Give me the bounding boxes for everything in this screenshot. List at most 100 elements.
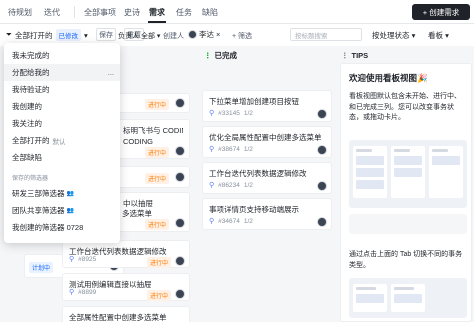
avatar — [317, 181, 327, 191]
status-badge: 进行中 — [145, 173, 170, 184]
status-badge: 计划中 — [29, 262, 54, 273]
creator-filter[interactable]: 李达 × — [188, 29, 220, 40]
owner-value: 全部 — [140, 33, 155, 40]
column-title: 已完成 — [214, 50, 238, 60]
avatar — [317, 145, 327, 155]
card-subtitle: CODING — [123, 137, 153, 146]
card[interactable]: 测试用例编辑直接以抽屉 ⚲ #8899 进行中 — [62, 273, 190, 301]
save-filter-button[interactable]: 保存 — [96, 28, 116, 41]
menu-item-label: 分配给我的 — [12, 68, 50, 77]
mock-card — [356, 180, 384, 189]
tips-paragraph: 看板视图默认包含未开始、进行中、和已完成三列。您可以改变事务状态，或拖动卡片。 — [349, 93, 461, 121]
view-selector[interactable]: 看板 ▾ — [428, 30, 449, 41]
sort-selector[interactable]: 按处理状态 ▾ — [372, 30, 415, 41]
chevron-down-icon: ▾ — [84, 30, 88, 40]
nav-divider — [74, 6, 75, 18]
tab-bug[interactable]: 缺陷 — [202, 7, 218, 18]
menu-item-all-bugs[interactable]: 全部缺陷 — [4, 149, 120, 166]
tips-panel: 欢迎使用看板视图🎉 看板视图默认包含未开始、进行中、和已完成三列。您可以改变事务… — [340, 63, 472, 322]
add-filter-button[interactable]: + 筛选 — [232, 31, 252, 41]
menu-item-created-by-me[interactable]: 我创建的 — [4, 98, 120, 115]
tips-heading: 欢迎使用看板视图🎉 — [349, 73, 428, 83]
avatar — [317, 217, 327, 227]
illustration-spacer — [349, 214, 467, 234]
column-tips: ⋮ TIPS 欢迎使用看板视图🎉 看板视图默认包含未开始、进行中、和已完成三列。… — [337, 46, 472, 322]
filter-dropdown-menu: 我未完成的 分配给我的 ... 我待验证的 我创建的 我关注的 全部打开的 默认… — [4, 43, 120, 243]
tips-paragraph: 通过点击上面的 Tab 切换不同的事务类型。 — [349, 251, 463, 269]
menu-item-all-open[interactable]: 全部打开的 默认 — [4, 132, 120, 149]
card[interactable]: 优化全局属性配置中创建多选菜单 ⚲ #38674 1/2 — [202, 126, 332, 158]
card-title: 下拉菜单增加创建项目按钮 — [209, 97, 299, 106]
card-id: #8899 — [78, 288, 97, 296]
close-icon[interactable]: × — [216, 30, 220, 39]
card-id: #38674 — [218, 145, 240, 153]
modified-badge: 已修改 — [55, 29, 81, 41]
menu-item-label: 团队共享筛选器 — [12, 206, 65, 215]
filter-label: 全部打开的 — [15, 30, 53, 40]
avatar — [175, 289, 185, 299]
menu-item-saved-filter[interactable]: 团队共享筛选器 👥 — [4, 202, 120, 219]
creator-label: 创建人 — [163, 33, 184, 40]
card-id: #8925 — [78, 255, 97, 263]
tab-iteration[interactable]: 迭代 — [44, 7, 60, 18]
tab-illustration — [349, 278, 467, 318]
mock-column — [429, 146, 463, 198]
tab-backlog[interactable]: 待规划 — [8, 7, 32, 18]
menu-item-saved-filter[interactable]: 我创建的筛选器 0728 — [4, 219, 120, 236]
menu-item-saved-filter[interactable]: 研发三部筛选器 👥 — [4, 185, 120, 202]
card-title: 优化全局属性配置中创建多选菜单 — [209, 133, 322, 142]
filter-selector[interactable]: ⏷ 全部打开的 已修改 ▾ — [6, 27, 88, 43]
card-id: #86234 — [218, 181, 240, 189]
card[interactable]: 事项详情页支持移动端展示 ⚲ #34674 1/2 — [202, 198, 332, 230]
card[interactable]: 下拉菜单增加创建项目按钮 ⚲ #33145 1/2 — [202, 90, 332, 122]
card[interactable]: 全部属性配置中创建多选菜单 — [62, 306, 190, 322]
team-icon: 👥 — [66, 191, 74, 197]
toolbar: ⏷ 全部打开的 已修改 ▾ 保存 重置 负责人 全部 ▾ 创建人 李达 × + … — [0, 25, 474, 45]
search-input[interactable]: 按标题搜索 — [290, 28, 362, 41]
card-title: 事项详情页支持移动端展示 — [209, 205, 299, 214]
status-badge: 进行中 — [145, 147, 170, 158]
mock-column-label — [394, 287, 414, 290]
drag-handle-icon: ⋮ — [204, 50, 212, 60]
card[interactable]: 工作台迭代列表数据逻辑修改 ⚲ #8925 进行中 — [62, 240, 190, 268]
tab-all-items[interactable]: 全部事项 — [84, 7, 116, 18]
card-meta: ⚲ #38674 1/2 — [209, 145, 253, 154]
card-meta: ⚲ #33145 1/2 — [209, 109, 253, 118]
avatar — [188, 30, 197, 39]
card-id: #33145 — [218, 109, 240, 117]
status-badge: 进行中 — [147, 290, 172, 301]
avatar — [175, 256, 185, 266]
saved-filters-section-label: 保存的筛选器 — [12, 176, 49, 182]
pin-icon: ⚲ — [209, 218, 215, 225]
view-label: 看板 — [428, 31, 443, 40]
menu-item-assigned-to-me[interactable]: 分配给我的 ... — [4, 64, 120, 81]
mock-column — [391, 284, 425, 312]
mock-card — [394, 168, 422, 177]
menu-item-following[interactable]: 我关注的 — [4, 115, 120, 132]
subtask-count: 1/2 — [243, 145, 253, 153]
avatar — [175, 146, 185, 156]
subtask-count: 1/2 — [243, 217, 253, 225]
mock-column-label — [356, 149, 372, 152]
tab-task[interactable]: 任务 — [176, 7, 192, 18]
card[interactable]: 工作台迭代列表数据逻辑修改 ⚲ #86234 1/2 — [202, 162, 332, 194]
tab-epic[interactable]: 史诗 — [124, 7, 140, 18]
kanban-illustration — [349, 140, 467, 208]
card-meta: ⚲ #8899 — [69, 288, 97, 297]
mock-card — [394, 156, 422, 165]
card-meta: ⚲ #8925 — [69, 255, 97, 264]
menu-item-to-verify[interactable]: 我待验证的 — [4, 81, 120, 98]
create-requirement-button[interactable]: + 创建需求 — [412, 4, 470, 20]
more-icon[interactable]: ... — [108, 68, 114, 77]
mock-column — [353, 284, 387, 312]
subtask-count: 1/2 — [243, 109, 253, 117]
menu-item-my-unfinished[interactable]: 我未完成的 — [4, 47, 120, 64]
creator-value: 李达 — [199, 30, 214, 39]
menu-item-label: 研发三部筛选器 — [12, 189, 65, 198]
avatar — [317, 109, 327, 119]
card-meta: ⚲ #34674 1/2 — [209, 217, 253, 226]
pin-icon: ⚲ — [209, 110, 215, 117]
owner-filter[interactable]: 负责人 全部 ▾ — [118, 31, 160, 41]
tab-requirement[interactable]: 需求 — [149, 7, 165, 18]
mock-card — [356, 168, 384, 177]
